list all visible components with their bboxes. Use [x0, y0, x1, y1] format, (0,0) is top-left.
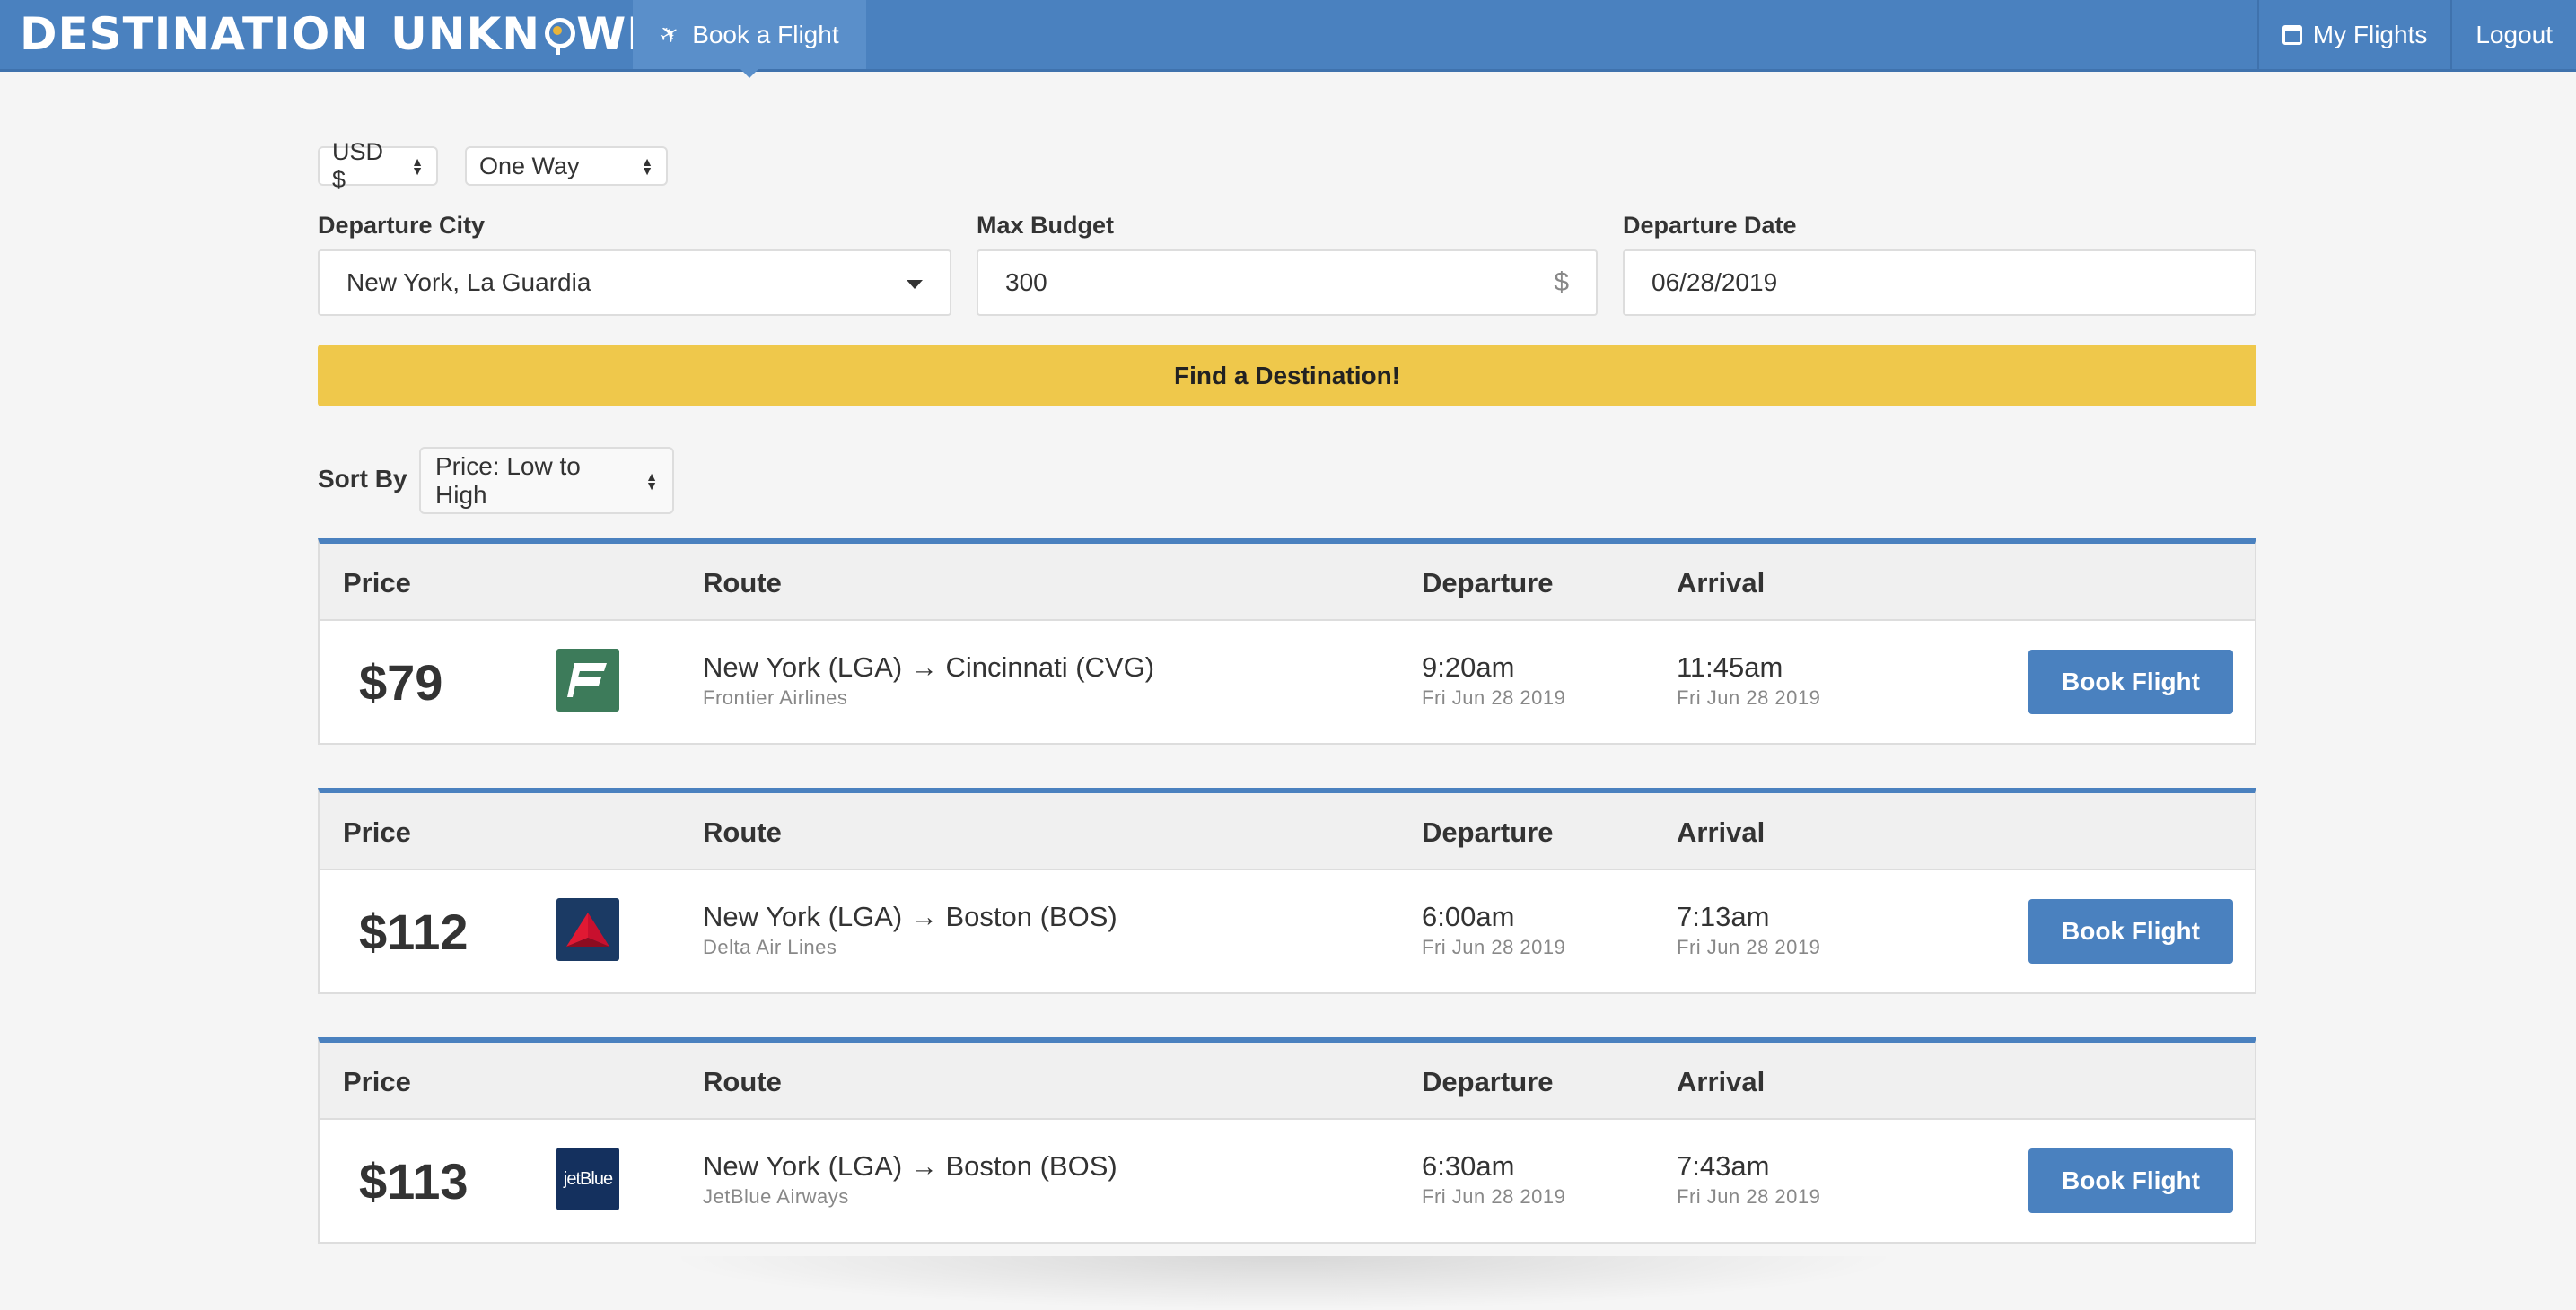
arrival-time: 7:43am [1677, 1150, 1770, 1182]
delta-logo [556, 898, 619, 961]
airline-name: JetBlue Airways [703, 1185, 849, 1208]
airline-name: Delta Air Lines [703, 936, 837, 958]
nav-tab-label: Book a Flight [692, 20, 839, 48]
calendar-icon [2282, 24, 2302, 45]
updown-arrows-icon: ▲ ▼ [641, 154, 653, 178]
sort-by-label: Sort By [318, 465, 407, 493]
logo-word-destination: DESTINATION [20, 8, 370, 60]
updown-arrows-icon: ▲ ▼ [411, 154, 424, 178]
result-body: $79 New York (LGA) → Cincinnati (CVG) Fr… [320, 621, 2255, 747]
departure-city-dropdown[interactable]: New York, La Guardia [318, 249, 951, 316]
logo-pin-icon [542, 16, 576, 55]
logo-word-unknown: UNKN WN [390, 8, 666, 60]
col-route: Route [703, 1066, 782, 1097]
departure-date-input[interactable]: 06/28/2019 [1623, 249, 2256, 316]
active-tab-caret [740, 69, 758, 78]
book-flight-button[interactable]: Book Flight [2028, 899, 2233, 964]
site-logo[interactable]: DESTINATION UNKN WN [20, 5, 665, 63]
result-body: $112 New York (LGA) → Boston (BOS) Delta… [320, 870, 2255, 996]
arrival-date: Fri Jun 28 2019 [1677, 936, 1821, 958]
col-arrival: Arrival [1677, 567, 1766, 598]
frontier-logo [556, 649, 619, 712]
nav-right: My Flights Logout [2256, 0, 2576, 69]
max-budget-label: Max Budget [977, 212, 1115, 239]
col-arrival: Arrival [1677, 817, 1766, 848]
flight-price: $112 [359, 904, 469, 960]
departure-time: 6:00am [1422, 901, 1515, 932]
sort-select[interactable]: Price: Low to High ▲ ▼ [419, 447, 674, 514]
col-departure: Departure [1422, 567, 1554, 598]
flight-result-card: Price Route Departure Arrival $112 New Y… [318, 788, 2256, 994]
col-departure: Departure [1422, 817, 1554, 848]
departure-city-label: Departure City [318, 212, 486, 239]
flight-result-card: Price Route Departure Arrival $79 New Yo… [318, 538, 2256, 745]
flight-route: New York (LGA) → Cincinnati (CVG) [703, 651, 1155, 683]
flight-route: New York (LGA) → Boston (BOS) [703, 1150, 1117, 1182]
arrival-date: Fri Jun 28 2019 [1677, 1185, 1821, 1208]
col-price: Price [343, 817, 411, 848]
find-destination-button[interactable]: Find a Destination! [318, 345, 2256, 406]
bottom-shadow [664, 1256, 1903, 1310]
trip-type-select[interactable]: One Way ▲ ▼ [465, 146, 668, 186]
arrival-date: Fri Jun 28 2019 [1677, 686, 1821, 709]
col-price: Price [343, 1066, 411, 1097]
departure-date: Fri Jun 28 2019 [1422, 686, 1566, 709]
result-header: Price Route Departure Arrival [320, 793, 2255, 870]
max-budget-input[interactable]: 300 $ [977, 249, 1598, 316]
airplane-icon: ✈ [654, 17, 685, 51]
result-body: $113 jetBlue New York (LGA) → Boston (BO… [320, 1120, 2255, 1245]
flight-price: $79 [359, 654, 443, 711]
col-price: Price [343, 567, 411, 598]
book-flight-button[interactable]: Book Flight [2028, 650, 2233, 714]
arrival-time: 11:45am [1677, 651, 1783, 683]
col-arrival: Arrival [1677, 1066, 1766, 1097]
result-header: Price Route Departure Arrival [320, 544, 2255, 621]
departure-date-label: Departure Date [1623, 212, 1797, 239]
col-route: Route [703, 567, 782, 598]
flight-price: $113 [359, 1153, 469, 1210]
flight-route: New York (LGA) → Boston (BOS) [703, 901, 1117, 932]
arrival-time: 7:13am [1677, 901, 1770, 932]
currency-select[interactable]: USD $ ▲ ▼ [318, 138, 438, 193]
nav-my-flights[interactable]: My Flights [2256, 0, 2451, 69]
dollar-icon: $ [1554, 267, 1569, 297]
flight-result-card: Price Route Departure Arrival $113 jetBl… [318, 1037, 2256, 1244]
result-header: Price Route Departure Arrival [320, 1043, 2255, 1120]
departure-date: Fri Jun 28 2019 [1422, 936, 1566, 958]
nav-tab-book-flight[interactable]: ✈ Book a Flight [633, 0, 866, 78]
departure-date: Fri Jun 28 2019 [1422, 1185, 1566, 1208]
departure-time: 9:20am [1422, 651, 1515, 683]
jetblue-logo: jetBlue [556, 1148, 619, 1210]
col-departure: Departure [1422, 1066, 1554, 1097]
book-flight-button[interactable]: Book Flight [2028, 1148, 2233, 1213]
airline-name: Frontier Airlines [703, 686, 848, 709]
departure-time: 6:30am [1422, 1150, 1515, 1182]
col-route: Route [703, 817, 782, 848]
nav-logout[interactable]: Logout [2450, 0, 2576, 69]
updown-arrows-icon: ▲ ▼ [645, 468, 658, 493]
dropdown-arrow-icon [907, 280, 923, 289]
top-nav-bar: DESTINATION UNKN WN ✈ Book a Flight My F… [0, 0, 2576, 78]
